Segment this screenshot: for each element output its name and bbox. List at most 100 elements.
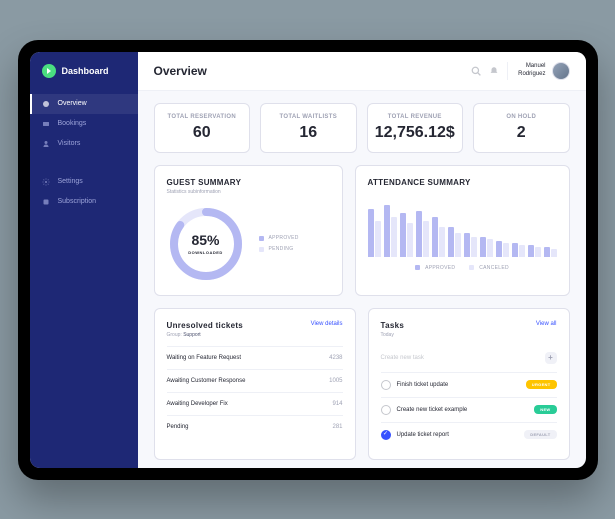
task-checkbox[interactable]	[381, 405, 391, 415]
main: Overview Manuel Rodriguez	[138, 52, 586, 468]
bar-canceled	[455, 233, 461, 257]
view-all-link[interactable]: View all	[536, 321, 557, 327]
page-title: Overview	[154, 64, 207, 78]
sidebar-item-subscription[interactable]: Subscription	[30, 192, 138, 212]
sidebar-item-visitors[interactable]: Visitors	[30, 134, 138, 154]
ticket-row[interactable]: Waiting on Feature Request 4238	[167, 346, 343, 369]
ticket-count: 4238	[329, 355, 342, 361]
ticket-row[interactable]: Awaiting Customer Response 1005	[167, 369, 343, 392]
legend-approved: APPROVED	[415, 265, 455, 271]
bar-pair	[368, 209, 381, 257]
bar-approved	[480, 237, 486, 257]
bar-canceled	[503, 243, 509, 257]
view-details-link[interactable]: View details	[311, 321, 343, 327]
ticket-row[interactable]: Awaiting Developer Fix914	[167, 392, 343, 415]
task-row[interactable]: Finish ticket updateURGENT	[381, 373, 557, 398]
badge-icon	[42, 198, 50, 206]
bar-pair	[528, 245, 541, 257]
ticket-name: Waiting on Feature Request	[167, 355, 241, 361]
bar-approved	[416, 211, 422, 257]
add-task-button[interactable]: +	[545, 352, 557, 364]
bar-canceled	[551, 249, 557, 257]
user-menu[interactable]: Manuel Rodriguez	[507, 62, 569, 80]
bar-approved	[544, 247, 550, 257]
ticket-icon	[42, 120, 50, 128]
task-name: Create new ticket example	[397, 407, 468, 413]
card-subtitle: Statistics subinformation	[167, 189, 330, 195]
bar-canceled	[519, 245, 525, 257]
sidebar: Dashboard Overview Bookings Visitors Set…	[30, 52, 138, 468]
ticket-count: 281	[332, 424, 342, 430]
sidebar-item-bookings[interactable]: Bookings	[30, 114, 138, 134]
donut-chart: 85% DOWNLOADED	[167, 205, 245, 283]
bar-pair	[480, 237, 493, 257]
stat-value: 16	[267, 124, 350, 142]
sidebar-item-label: Overview	[58, 100, 87, 107]
card-subtitle: Today	[381, 332, 405, 338]
task-badge: DEFAULT	[524, 430, 556, 439]
legend-approved: APPROVED	[259, 235, 299, 241]
stat-reservation[interactable]: TOTAL RESERVATION 60	[154, 103, 251, 153]
stat-waitlists[interactable]: TOTAL WAITLISTS 16	[260, 103, 357, 153]
bar-pair	[544, 247, 557, 257]
stat-label: TOTAL RESERVATION	[161, 114, 244, 120]
bar-pair	[448, 227, 461, 257]
gear-icon	[42, 178, 50, 186]
bar-canceled	[407, 223, 413, 257]
bar-canceled	[391, 217, 397, 257]
lists-row: Unresolved tickets Group: Support View d…	[154, 308, 570, 460]
bar-approved	[432, 217, 438, 257]
guest-legend: APPROVED PENDING	[259, 235, 299, 252]
stat-value: 2	[480, 124, 563, 142]
users-icon	[42, 140, 50, 148]
sidebar-item-overview[interactable]: Overview	[30, 94, 138, 114]
task-row[interactable]: Create new ticket example NEW	[381, 398, 557, 423]
ticket-name: Awaiting Customer Response	[167, 378, 246, 384]
legend-pending: PENDING	[259, 246, 299, 252]
header-actions: Manuel Rodriguez	[471, 62, 569, 80]
task-badge: URGENT	[526, 380, 557, 389]
header: Overview Manuel Rodriguez	[138, 52, 586, 91]
legend-dot	[469, 265, 474, 270]
ticket-name: Pending	[167, 424, 189, 430]
bar-approved	[400, 213, 406, 257]
search-icon[interactable]	[471, 66, 481, 76]
bell-icon[interactable]	[489, 66, 499, 76]
sidebar-item-settings[interactable]: Settings	[30, 172, 138, 192]
sidebar-item-label: Bookings	[58, 120, 87, 127]
bar-pair	[464, 233, 477, 257]
task-checkbox[interactable]	[381, 380, 391, 390]
ticket-count: 914	[332, 401, 342, 407]
task-row[interactable]: Update ticket reportDEFAULT	[381, 423, 557, 447]
summary-row: GUEST SUMMARY Statistics subinformation …	[154, 165, 570, 296]
content: TOTAL RESERVATION 60 TOTAL WAITLISTS 16 …	[138, 91, 586, 468]
bar-pair	[384, 205, 397, 257]
create-task-input[interactable]: Create new task +	[381, 344, 557, 373]
bar-approved	[368, 209, 374, 257]
tasks-card: Tasks Today View all Create new task + F…	[368, 308, 570, 460]
card-title: Tasks	[381, 321, 405, 330]
bar-pair	[512, 243, 525, 257]
stat-revenue[interactable]: TOTAL REVENUE 12,756.12$	[367, 103, 464, 153]
stats-row: TOTAL RESERVATION 60 TOTAL WAITLISTS 16 …	[154, 103, 570, 153]
tickets-card: Unresolved tickets Group: Support View d…	[154, 308, 356, 460]
attendance-summary-card: ATTENDANCE SUMMARY APPROVED CANCELED	[355, 165, 570, 296]
sidebar-item-label: Visitors	[58, 140, 81, 147]
ticket-count: 1005	[329, 378, 342, 384]
guest-body: 85% DOWNLOADED APPROVED	[167, 205, 330, 283]
task-badge: NEW	[534, 405, 556, 414]
bar-approved	[528, 245, 534, 257]
task-checkbox[interactable]	[381, 430, 391, 440]
stat-value: 60	[161, 124, 244, 142]
brand-text: Dashboard	[62, 66, 109, 76]
ticket-row[interactable]: Pending 281	[167, 415, 343, 438]
bar-pair	[432, 217, 445, 257]
bar-approved	[512, 243, 518, 257]
bar-canceled	[535, 247, 541, 257]
attendance-bars	[368, 197, 557, 257]
stat-onhold[interactable]: ON HOLD 2	[473, 103, 570, 153]
card-title: Unresolved tickets	[167, 321, 244, 330]
bar-approved	[496, 241, 502, 257]
card-subtitle: Group: Support	[167, 332, 244, 338]
screen: Dashboard Overview Bookings Visitors Set…	[30, 52, 586, 468]
